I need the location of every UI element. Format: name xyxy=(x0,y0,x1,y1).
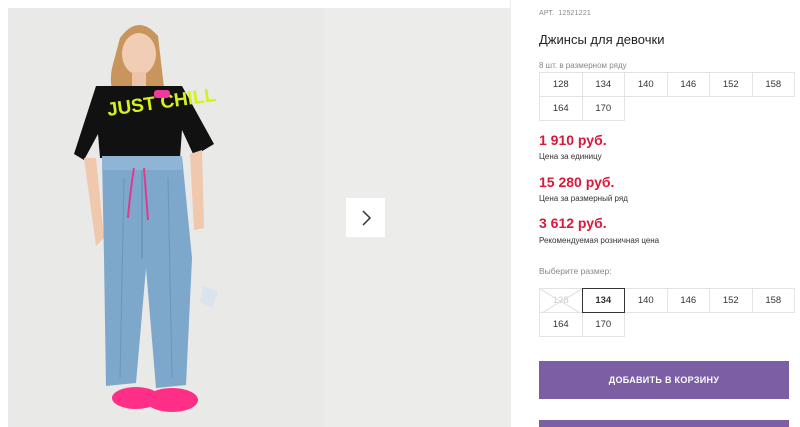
pack-price: 15 280 руб. xyxy=(539,174,615,190)
retail-price: 3 612 руб. xyxy=(539,215,607,231)
pack-size-cell: 158 xyxy=(751,72,795,97)
size-option-unavailable: 128 xyxy=(539,288,583,314)
pack-size-cell: 170 xyxy=(581,96,625,121)
product-image: JUST CHILL xyxy=(8,8,324,427)
retail-price-label: Рекомендуемая розничная цена xyxy=(539,236,660,245)
pack-price-label: Цена за размерный ряд xyxy=(539,194,628,203)
size-option-selected[interactable]: 134 xyxy=(581,288,625,313)
pack-size-cell: 152 xyxy=(709,72,753,97)
pack-size-note: 8 шт. в размерном ряду xyxy=(539,61,627,70)
choose-size-label: Выберите размер: xyxy=(539,266,612,276)
size-option[interactable]: 152 xyxy=(709,288,753,313)
pack-size-grid: 128 134 140 146 152 158 164 170 xyxy=(539,72,795,121)
pack-size-cell: 134 xyxy=(581,72,625,97)
unit-price: 1 910 руб. xyxy=(539,132,607,148)
size-option[interactable]: 164 xyxy=(539,312,583,337)
secondary-action-button[interactable] xyxy=(539,420,789,427)
add-to-cart-button[interactable]: ДОБАВИТЬ В КОРЗИНУ xyxy=(539,361,789,399)
pack-size-cell: 128 xyxy=(539,72,583,97)
strikethrough-icon xyxy=(540,289,582,314)
size-option[interactable]: 170 xyxy=(581,312,625,337)
pack-size-cell: 140 xyxy=(624,72,668,97)
size-option[interactable]: 158 xyxy=(751,288,795,313)
next-image-button[interactable] xyxy=(346,198,385,237)
panel-divider xyxy=(510,0,511,427)
unit-price-label: Цена за единицу xyxy=(539,152,602,161)
size-selector: 128 134 140 146 152 158 164 170 xyxy=(539,288,795,337)
article-number: АРТ. 12521221 xyxy=(539,10,595,17)
pack-size-cell: 164 xyxy=(539,96,583,121)
pack-size-cell: 146 xyxy=(666,72,710,97)
article-label: АРТ. xyxy=(539,10,555,17)
product-title: Джинсы для девочки xyxy=(539,32,665,47)
product-photo: JUST CHILL xyxy=(8,8,324,427)
size-option[interactable]: 146 xyxy=(666,288,710,313)
size-option[interactable]: 140 xyxy=(624,288,668,313)
article-value: 12521221 xyxy=(558,10,592,17)
chevron-right-icon xyxy=(361,209,371,226)
